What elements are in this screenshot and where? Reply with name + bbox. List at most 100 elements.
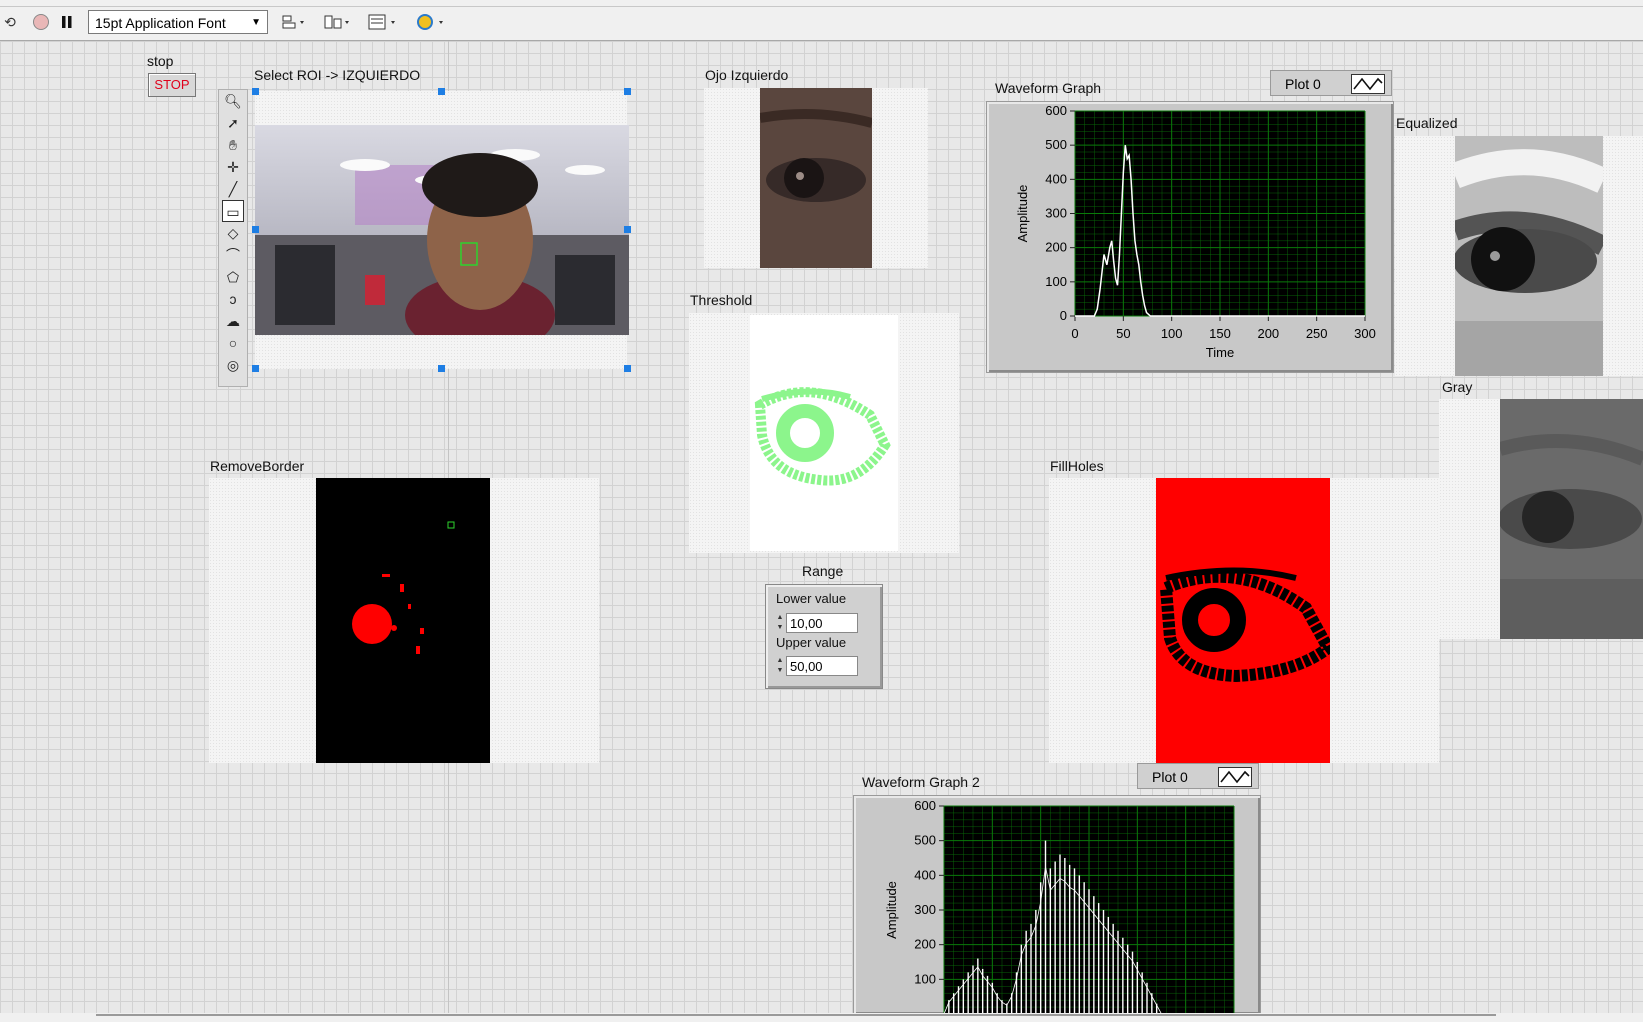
removeborder-label: RemoveBorder xyxy=(210,458,305,474)
removeborder-image xyxy=(316,478,490,763)
resize-objects-icon[interactable] xyxy=(366,11,400,33)
lower-value-label: Lower value xyxy=(776,591,847,606)
chevron-down-icon: ▼ xyxy=(251,17,261,28)
reorder-icon[interactable] xyxy=(414,11,448,33)
upper-value-label: Upper value xyxy=(776,635,847,650)
rectangle-icon[interactable]: ▭ xyxy=(222,200,244,222)
pointer-icon[interactable]: ➚ xyxy=(222,112,244,134)
y-tick-label: 300 xyxy=(914,902,936,917)
run-continuously-icon[interactable]: ⟲ xyxy=(0,11,20,33)
graph1-legend-label: Plot 0 xyxy=(1285,76,1321,92)
x-tick-label: 300 xyxy=(1354,326,1376,341)
graph1-title: Waveform Graph xyxy=(995,80,1102,96)
selection-handle[interactable] xyxy=(624,88,631,95)
graph2-legend-label: Plot 0 xyxy=(1152,769,1188,785)
freehand-icon[interactable]: ↄ xyxy=(222,288,244,310)
equalized-label: Equalized xyxy=(1396,115,1458,131)
y-tick-label: 400 xyxy=(1045,171,1067,186)
roi-label: Select ROI -> IZQUIERDO xyxy=(254,67,421,83)
graph1-plot-legend[interactable]: Plot 0 xyxy=(1270,70,1392,96)
y-tick-label: 300 xyxy=(1045,206,1067,221)
fillholes-image-display[interactable] xyxy=(1049,478,1439,763)
freehand-region-icon[interactable]: ☁︎ xyxy=(222,310,244,332)
oval-icon[interactable]: ○ xyxy=(222,332,244,354)
point-icon[interactable]: ✛ xyxy=(222,156,244,178)
x-tick-label: 100 xyxy=(1161,326,1183,341)
upper-spinner[interactable]: ▲ ▼ xyxy=(776,656,784,676)
pause-icon[interactable] xyxy=(56,11,78,33)
fillholes-image xyxy=(1156,478,1336,763)
upper-value-field[interactable]: 50,00 xyxy=(786,656,858,676)
roi-image-display[interactable] xyxy=(252,88,631,372)
font-select-value: 15pt Application Font xyxy=(95,15,226,31)
eye-crop-image xyxy=(760,88,872,268)
line-icon[interactable]: ╱ xyxy=(222,178,244,200)
ojo-label: Ojo Izquierdo xyxy=(705,67,789,83)
gray-label: Gray xyxy=(1442,379,1473,395)
lower-spinner[interactable]: ▲ ▼ xyxy=(776,613,784,633)
y-axis-label: Amplitude xyxy=(1015,185,1030,243)
roi-toolbar: 🔍︎ ➚ ✋︎ ✛ ╱ ▭ ◇ ⌒ ⬠ ↄ ☁︎ ○ ◎ xyxy=(218,89,248,387)
pan-hand-icon[interactable]: ✋︎ xyxy=(222,134,244,156)
selection-handle[interactable] xyxy=(252,365,259,372)
camera-image xyxy=(255,125,629,335)
y-tick-label: 400 xyxy=(914,867,936,882)
graph2-plot-legend[interactable]: Plot 0 xyxy=(1137,763,1259,789)
selection-handle[interactable] xyxy=(438,365,445,372)
range-cluster: Lower value ▲ ▼ 10,00 Upper value ▲ ▼ 50,0… xyxy=(765,584,883,689)
polygon-icon[interactable]: ⬠ xyxy=(222,266,244,288)
x-tick-label: 50 xyxy=(1116,326,1130,341)
plot-line-icon xyxy=(1351,74,1385,94)
y-tick-label: 600 xyxy=(914,798,936,813)
gray-image-display[interactable] xyxy=(1439,399,1643,639)
front-panel-toolbar: ⟲ 15pt Application Font ▼ xyxy=(0,0,1643,41)
y-tick-label: 500 xyxy=(1045,137,1067,152)
distribute-objects-icon[interactable] xyxy=(322,11,354,33)
x-tick-label: 200 xyxy=(1257,326,1279,341)
x-tick-label: 0 xyxy=(1071,326,1078,341)
range-title: Range xyxy=(802,563,844,579)
graph1-plot: 600 500 400 300 200 100 00 50 100 150 200 250 300 Amp… xyxy=(1015,103,1376,360)
rotated-rectangle-icon[interactable]: ◇ xyxy=(222,222,244,244)
selection-handle[interactable] xyxy=(624,365,631,372)
x-tick-label: 150 xyxy=(1209,326,1231,341)
y-tick-label: 100 xyxy=(1045,274,1067,289)
y-axis-label: Amplitude xyxy=(884,881,899,939)
menu-strip xyxy=(0,0,1643,7)
selection-handle[interactable] xyxy=(252,88,259,95)
fillholes-label: FillHoles xyxy=(1050,458,1104,474)
y-tick-label: 200 xyxy=(914,937,936,952)
y-tick-label: 100 xyxy=(914,971,936,986)
align-objects-icon[interactable] xyxy=(280,11,310,33)
horizontal-scrollbar[interactable] xyxy=(96,1014,1496,1016)
selection-handle[interactable] xyxy=(624,226,631,233)
equalized-image-display[interactable] xyxy=(1395,136,1643,376)
graph2-title: Waveform Graph 2 xyxy=(862,774,980,790)
annulus-icon[interactable]: ◎ xyxy=(222,354,244,376)
lower-value-field[interactable]: 10,00 xyxy=(786,613,858,633)
abort-icon[interactable] xyxy=(30,11,52,33)
stop-label: stop xyxy=(147,53,174,69)
removeborder-image-display[interactable] xyxy=(209,478,599,763)
font-select[interactable]: 15pt Application Font ▼ xyxy=(88,10,268,34)
plot-line-icon xyxy=(1218,767,1252,787)
graph2-plot: 600 500 400 300 200 100 Amplitude xyxy=(884,798,1235,1014)
gray-image xyxy=(1500,399,1643,639)
ojo-image-display[interactable] xyxy=(704,88,928,268)
x-axis-label: Time xyxy=(1206,345,1234,360)
selection-handle[interactable] xyxy=(438,88,445,95)
y-tick-label: 500 xyxy=(914,833,936,848)
y-tick-label: 200 xyxy=(1045,240,1067,255)
equalized-image xyxy=(1455,136,1603,376)
broken-line-icon[interactable]: ⌒ xyxy=(222,244,244,266)
y-tick-label: 0 xyxy=(1060,308,1067,323)
y-tick-label: 600 xyxy=(1045,103,1067,118)
threshold-image xyxy=(750,315,898,551)
waveform-graph-1[interactable]: 600 500 400 300 200 100 0 0 50 100 150 200 250 300 Amp… xyxy=(986,101,1394,373)
x-tick-label: 250 xyxy=(1306,326,1328,341)
threshold-image-display[interactable] xyxy=(689,313,959,553)
zoom-icon[interactable]: 🔍︎ xyxy=(222,90,244,112)
stop-button[interactable]: STOP xyxy=(148,73,196,97)
selection-handle[interactable] xyxy=(252,226,259,233)
waveform-graph-2[interactable]: 600 500 400 300 200 100 Amplitude xyxy=(853,795,1261,1015)
